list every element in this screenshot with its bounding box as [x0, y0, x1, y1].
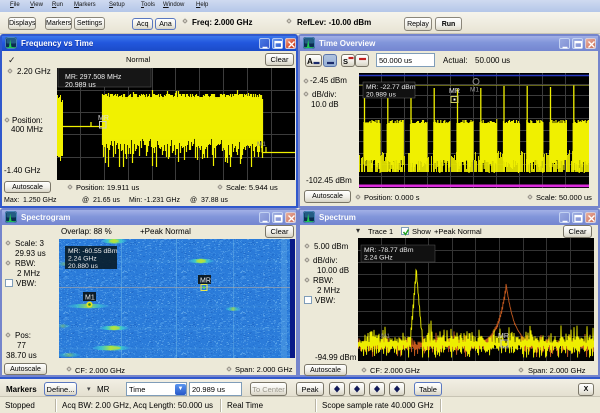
svg-text:MR: MR: [98, 115, 109, 122]
svg-text:M1: M1: [257, 141, 266, 148]
svg-text:20.880 us: 20.880 us: [68, 263, 98, 270]
svg-text:M1: M1: [381, 333, 390, 340]
svg-text:MR: 297.508 MHz: MR: 297.508 MHz: [65, 74, 122, 81]
svg-text:M1: M1: [85, 295, 95, 302]
svg-text:MR: MR: [498, 333, 509, 340]
svg-text:2.24 GHz: 2.24 GHz: [68, 256, 97, 263]
svg-text:MR: MR: [200, 278, 211, 285]
svg-text:S: S: [343, 57, 348, 66]
svg-text:MR: -22.77 dBm: MR: -22.77 dBm: [366, 84, 416, 91]
svg-text:20.989 us: 20.989 us: [366, 92, 396, 99]
svg-text:A: A: [307, 57, 313, 66]
svg-text:2.24 GHz: 2.24 GHz: [364, 255, 393, 262]
svg-text:20.989 us: 20.989 us: [65, 82, 96, 89]
svg-text:MR: MR: [449, 88, 460, 95]
svg-text:MR: -60.55 dBm: MR: -60.55 dBm: [68, 248, 118, 255]
svg-text:M1: M1: [470, 87, 479, 94]
svg-text:MR: -78.77 dBm: MR: -78.77 dBm: [364, 247, 414, 254]
